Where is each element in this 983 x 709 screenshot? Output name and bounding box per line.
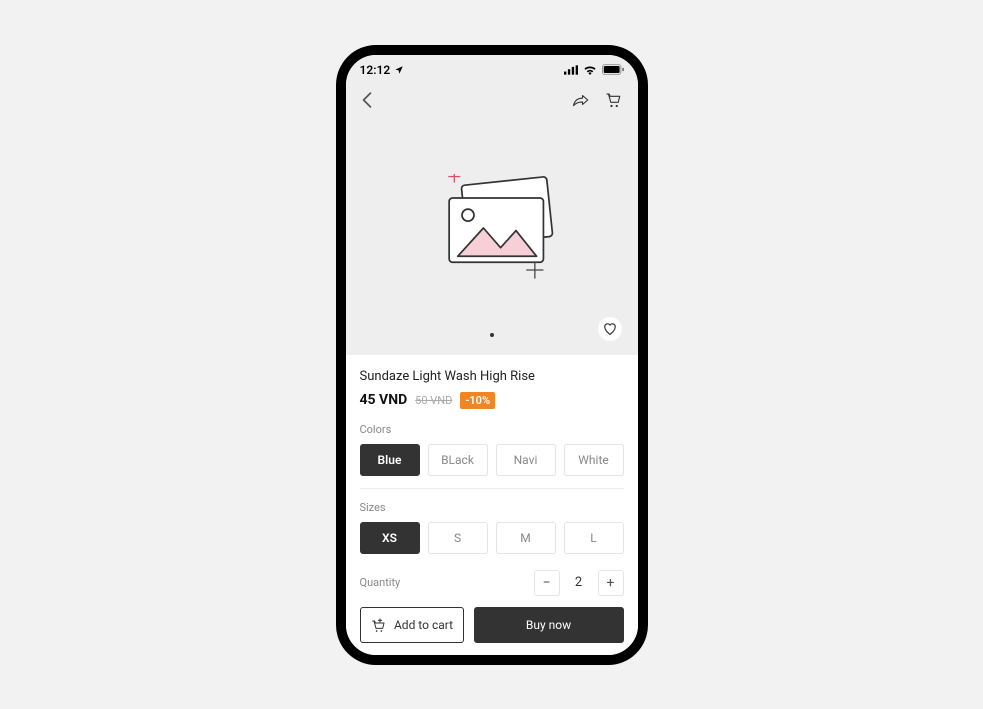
add-to-cart-button[interactable]: Add to cart: [360, 607, 464, 643]
nav-bar: [346, 77, 638, 113]
bottom-action-bar: Add to cart Buy now: [346, 597, 638, 655]
heart-icon: [603, 322, 617, 335]
color-option-navi[interactable]: Navi: [496, 444, 556, 476]
color-option-black[interactable]: BLack: [428, 444, 488, 476]
share-icon: [572, 92, 590, 108]
colors-label: Colors: [360, 423, 624, 436]
status-time: 12:12: [360, 63, 391, 77]
size-options: XS S M L: [360, 522, 624, 558]
pager-dot: [490, 333, 494, 337]
product-title: Sundaze Light Wash High Rise: [360, 369, 624, 384]
quantity-plus-button[interactable]: +: [598, 570, 624, 596]
color-options: Blue BLack Navi White: [360, 444, 624, 489]
product-details: Sundaze Light Wash High Rise 45 VND 50 V…: [346, 355, 638, 597]
quantity-value: 2: [566, 575, 592, 590]
add-to-cart-label: Add to cart: [394, 618, 453, 632]
cart-button[interactable]: [604, 91, 622, 113]
quantity-minus-button[interactable]: −: [534, 570, 560, 596]
wifi-icon: [583, 65, 597, 75]
size-option-s[interactable]: S: [428, 522, 488, 554]
quantity-label: Quantity: [360, 576, 401, 589]
cart-icon: [604, 91, 622, 109]
favorite-button[interactable]: [598, 317, 622, 341]
phone-frame: 12:12: [336, 45, 648, 665]
product-image[interactable]: [346, 113, 638, 355]
battery-icon: [602, 64, 624, 75]
product-hero: 12:12: [346, 55, 638, 355]
color-option-white[interactable]: White: [564, 444, 624, 476]
image-placeholder-icon: [422, 174, 562, 294]
product-old-price: 50 VND: [415, 394, 452, 407]
discount-badge: -10%: [460, 392, 495, 409]
size-option-xs[interactable]: XS: [360, 522, 420, 554]
sizes-label: Sizes: [360, 501, 624, 514]
back-button[interactable]: [362, 92, 372, 112]
buy-now-label: Buy now: [526, 618, 571, 632]
add-cart-icon: [370, 617, 386, 633]
chevron-left-icon: [362, 92, 372, 108]
quantity-row: Quantity − 2 +: [360, 570, 624, 596]
share-button[interactable]: [572, 92, 590, 112]
size-option-l[interactable]: L: [564, 522, 624, 554]
size-option-m[interactable]: M: [496, 522, 556, 554]
location-icon: [394, 65, 404, 75]
signal-icon: [564, 65, 578, 75]
product-price: 45 VND: [360, 392, 408, 408]
buy-now-button[interactable]: Buy now: [474, 607, 624, 643]
color-option-blue[interactable]: Blue: [360, 444, 420, 476]
status-bar: 12:12: [346, 55, 638, 77]
